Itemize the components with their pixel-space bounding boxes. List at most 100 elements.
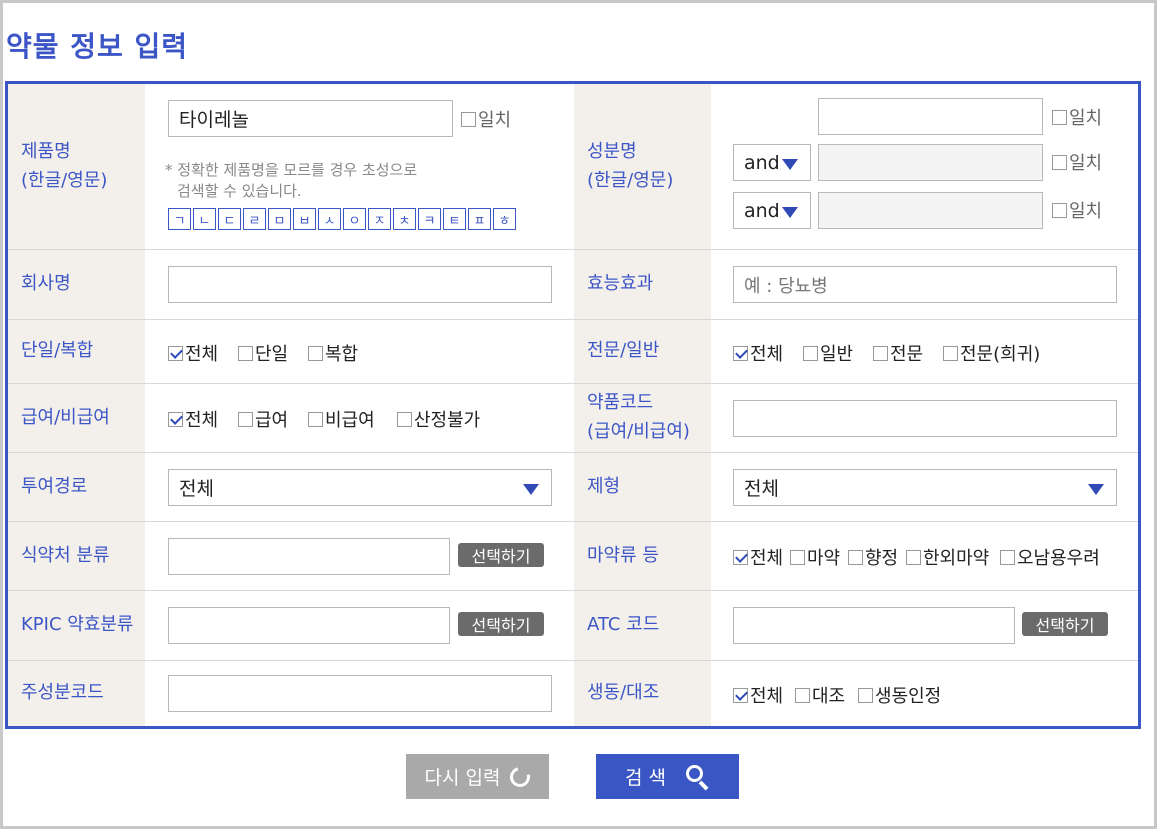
jamo-button[interactable]: ㅍ — [468, 208, 491, 230]
coverage-noncovered-checkbox[interactable]: 비급여 — [308, 406, 375, 432]
checkbox-icon — [943, 345, 958, 361]
company-input[interactable] — [168, 266, 552, 303]
bioequivalence-reference-checkbox[interactable]: 대조 — [795, 682, 845, 708]
ingredient-operator-select-3[interactable]: and — [733, 192, 811, 229]
narcotic-misuse-checkbox[interactable]: 오남용우려 — [1000, 544, 1100, 570]
checkbox-checked-icon — [168, 411, 183, 427]
kpic-label: KPIC 약효분류 — [8, 591, 145, 660]
jamo-button[interactable]: ㅂ — [293, 208, 316, 230]
narcotic-cell: 전체 마약 향정 한외마약 오남용우려 — [711, 522, 1138, 590]
mfds-class-label: 식약처 분류 — [8, 522, 145, 590]
rx-otc-rare-checkbox[interactable]: 전문(희귀) — [943, 340, 1040, 366]
rx-otc-otc-checkbox[interactable]: 일반 — [803, 340, 853, 366]
ingredient-input-1[interactable] — [818, 98, 1043, 135]
row-mfds-class: 식약처 분류 선택하기 마약류 등 전체 마약 향정 한외마약 오남용우려 — [8, 521, 1138, 590]
ingredient-exact-checkbox-1[interactable]: 일치 — [1052, 104, 1102, 130]
chevron-down-icon — [523, 484, 539, 495]
ingredient-input-2[interactable] — [818, 144, 1043, 181]
company-label: 회사명 — [8, 250, 145, 319]
reset-button[interactable]: 다시 입력 — [406, 754, 549, 799]
jamo-button[interactable]: ㅅ — [318, 208, 341, 230]
coverage-all-checkbox[interactable]: 전체 — [168, 406, 218, 432]
mfds-class-cell: 선택하기 — [145, 522, 574, 590]
ingredient-exact-checkbox-3[interactable]: 일치 — [1052, 197, 1102, 223]
row-company: 회사명 효능효과 예 : 당뇨병 — [8, 249, 1138, 319]
jamo-button[interactable]: ㅎ — [493, 208, 516, 230]
narcotic-all-checkbox[interactable]: 전체 — [733, 544, 783, 570]
checkbox-icon — [906, 549, 921, 565]
rx-otc-all-checkbox[interactable]: 전체 — [733, 340, 783, 366]
bioequivalence-approved-checkbox[interactable]: 생동인정 — [858, 682, 941, 708]
search-form-panel: 제품명 (한글/영문) 타이레놀 일치 * 정확한 제품명을 모르를 경우 초성으… — [5, 81, 1141, 729]
drug-code-input[interactable] — [733, 400, 1117, 437]
kpic-input[interactable] — [168, 607, 450, 644]
main-ingredient-code-input[interactable] — [168, 675, 552, 712]
bioequivalence-label: 생동/대조 — [574, 661, 711, 726]
jamo-button[interactable]: ㄹ — [243, 208, 266, 230]
single-combo-single-checkbox[interactable]: 단일 — [238, 340, 288, 366]
atc-select-button[interactable]: 선택하기 — [1022, 612, 1108, 636]
checkbox-icon — [238, 411, 253, 427]
checkbox-icon — [848, 549, 863, 565]
jamo-button[interactable]: ㅋ — [418, 208, 441, 230]
main-ingredient-code-label: 주성분코드 — [8, 661, 145, 726]
row-single-combo: 단일/복합 전체 단일 복합 전문/일반 전체 일반 전문 전문(희귀) — [8, 319, 1138, 383]
jamo-button[interactable]: ㅌ — [443, 208, 466, 230]
refresh-icon — [506, 762, 535, 791]
narcotic-narcotic-checkbox[interactable]: 마약 — [790, 544, 840, 570]
coverage-na-checkbox[interactable]: 산정불가 — [397, 406, 480, 432]
single-combo-all-checkbox[interactable]: 전체 — [168, 340, 218, 366]
narcotic-psychotropic-checkbox[interactable]: 향정 — [848, 544, 898, 570]
ingredient-operator-select-2[interactable]: and — [733, 144, 811, 181]
checkbox-checked-icon — [733, 345, 748, 361]
checkbox-icon — [1052, 202, 1067, 218]
checkbox-icon — [308, 411, 323, 427]
ingredient-exact-checkbox-2[interactable]: 일치 — [1052, 149, 1102, 175]
checkbox-icon — [1000, 549, 1015, 565]
checkbox-icon — [790, 549, 805, 565]
jamo-button[interactable]: ㄷ — [218, 208, 241, 230]
row-route: 투여경로 전체 제형 전체 — [8, 452, 1138, 521]
bioequivalence-cell: 전체 대조 생동인정 — [711, 661, 1138, 726]
jamo-button[interactable]: ㄱ — [168, 208, 191, 230]
product-exact-checkbox[interactable]: 일치 — [461, 106, 511, 132]
form-label: 제형 — [574, 453, 711, 521]
checkbox-icon — [858, 687, 873, 703]
atc-input[interactable] — [733, 607, 1015, 644]
bioequivalence-all-checkbox[interactable]: 전체 — [733, 682, 783, 708]
row-product: 제품명 (한글/영문) 타이레놀 일치 * 정확한 제품명을 모르를 경우 초성으… — [8, 84, 1138, 249]
jamo-button[interactable]: ㅈ — [368, 208, 391, 230]
coverage-cell: 전체 급여 비급여 산정불가 — [145, 384, 574, 452]
jamo-button[interactable]: ㅇ — [343, 208, 366, 230]
search-button[interactable]: 검 색 — [596, 754, 739, 799]
form-select[interactable]: 전체 — [733, 469, 1117, 506]
narcotic-exempt-checkbox[interactable]: 한외마약 — [906, 544, 989, 570]
efficacy-input[interactable]: 예 : 당뇨병 — [733, 266, 1117, 303]
checkbox-icon — [397, 411, 412, 427]
initial-consonant-buttons: ㄱ ㄴ ㄷ ㄹ ㅁ ㅂ ㅅ ㅇ ㅈ ㅊ ㅋ ㅌ ㅍ ㅎ — [168, 208, 518, 230]
checkbox-icon — [1052, 154, 1067, 170]
rx-otc-rx-checkbox[interactable]: 전문 — [873, 340, 923, 366]
single-combo-combo-checkbox[interactable]: 복합 — [308, 340, 358, 366]
ingredient-input-3[interactable] — [818, 192, 1043, 229]
product-name-input[interactable]: 타이레놀 — [168, 100, 453, 137]
jamo-button[interactable]: ㅊ — [393, 208, 416, 230]
checkbox-icon — [238, 345, 253, 361]
rx-otc-label: 전문/일반 — [574, 320, 711, 383]
efficacy-cell: 예 : 당뇨병 — [711, 250, 1138, 319]
main-ingredient-code-cell — [145, 661, 574, 726]
checkbox-checked-icon — [168, 345, 183, 361]
atc-label: ATC 코드 — [574, 591, 711, 660]
route-label: 투여경로 — [8, 453, 145, 521]
mfds-class-input[interactable] — [168, 538, 450, 575]
drug-code-label: 약품코드 (급여/비급여) — [574, 384, 711, 452]
rx-otc-cell: 전체 일반 전문 전문(희귀) — [711, 320, 1138, 383]
chevron-down-icon — [1088, 484, 1104, 495]
route-select[interactable]: 전체 — [168, 469, 552, 506]
jamo-button[interactable]: ㄴ — [193, 208, 216, 230]
coverage-covered-checkbox[interactable]: 급여 — [238, 406, 288, 432]
chevron-down-icon — [782, 159, 798, 170]
jamo-button[interactable]: ㅁ — [268, 208, 291, 230]
mfds-class-select-button[interactable]: 선택하기 — [458, 543, 544, 567]
kpic-select-button[interactable]: 선택하기 — [458, 612, 544, 636]
